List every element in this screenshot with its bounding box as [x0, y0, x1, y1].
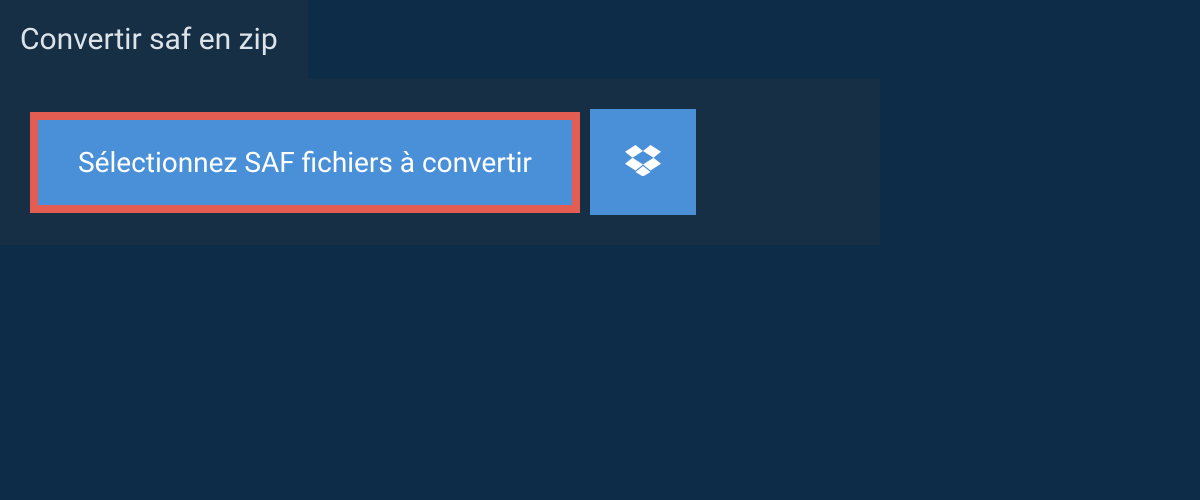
dropbox-icon: [625, 144, 661, 180]
tab-header: Convertir saf en zip: [0, 0, 308, 79]
select-files-button[interactable]: Sélectionnez SAF fichiers à convertir: [30, 112, 580, 213]
select-files-label: Sélectionnez SAF fichiers à convertir: [78, 146, 532, 179]
dropbox-button[interactable]: [590, 109, 696, 215]
converter-panel: Sélectionnez SAF fichiers à convertir: [0, 79, 880, 245]
page-title: Convertir saf en zip: [20, 22, 278, 57]
